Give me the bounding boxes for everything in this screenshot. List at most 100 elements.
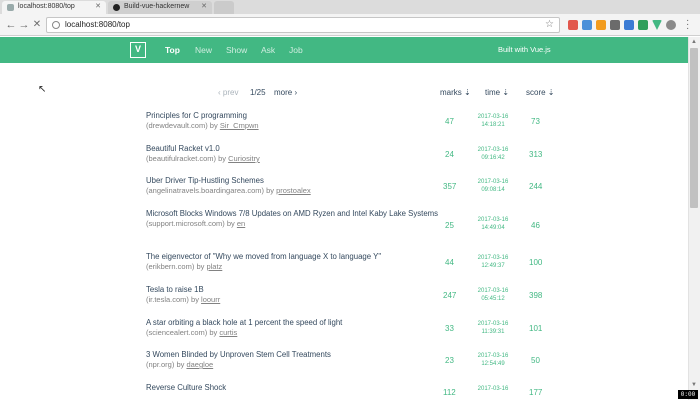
story-user-link[interactable]: Curiositry (228, 154, 260, 163)
story-time: 2017-03-16 09:08:14 (468, 178, 518, 194)
story-time: 2017-03-16 12:49:37 (468, 254, 518, 270)
recording-timer-badge: 0:00 (678, 390, 698, 399)
nav-new[interactable]: New (195, 45, 212, 55)
story-score: 46 (531, 221, 540, 230)
browser-tab-active[interactable]: localhost:8080/top ✕ (2, 1, 106, 14)
extension-icon[interactable] (582, 20, 592, 30)
app-header: V Top New Show Ask Job Built with Vue.js (0, 37, 688, 63)
extension-icon[interactable] (596, 20, 606, 30)
story-marks: 25 (445, 221, 454, 230)
vue-logo[interactable]: V (130, 42, 146, 58)
story-time: 2017-03-16 (468, 385, 518, 393)
prev-page-link[interactable]: ‹ prev (218, 88, 238, 97)
story-domain: (drewdevault.com) (146, 121, 208, 130)
browser-menu-icon[interactable]: · · · (686, 16, 692, 34)
by-label: by (176, 360, 185, 369)
nav-ask[interactable]: Ask (261, 45, 275, 55)
by-label: by (196, 262, 205, 271)
browser-tab-github[interactable]: Build-vue-hackernew ✕ (108, 1, 212, 14)
extension-icon[interactable] (568, 20, 578, 30)
story-clock: 09:08:14 (481, 187, 505, 193)
story-date: 2017-03-16 (477, 179, 509, 185)
story-marks: 23 (445, 356, 454, 365)
story-date: 2017-03-16 (477, 288, 509, 294)
back-arrow-icon[interactable]: ← (4, 18, 18, 32)
story-clock: 05:45:12 (481, 296, 505, 302)
story-clock: 11:39:31 (481, 329, 505, 335)
story-user-link[interactable]: platz (206, 262, 222, 271)
story-user-link[interactable]: loourr (201, 295, 220, 304)
story-time: 2017-03-16 11:39:31 (468, 320, 518, 336)
story-time: 2017-03-16 05:45:12 (468, 287, 518, 303)
sort-time-header[interactable]: time ⇣ (485, 88, 509, 97)
page-favicon-icon (7, 4, 14, 11)
scroll-up-arrow-icon[interactable]: ▲ (688, 37, 700, 47)
stop-loading-icon[interactable]: ✕ (30, 18, 44, 32)
story-clock: 12:54:49 (481, 361, 505, 367)
story-title[interactable]: Microsoft Blocks Windows 7/8 Updates on … (146, 209, 446, 219)
story-domain: (erikbern.com) (146, 262, 195, 271)
scrollbar-thumb[interactable] (690, 48, 698, 208)
new-tab-button[interactable] (214, 1, 234, 14)
story-score: 101 (529, 324, 543, 333)
story-clock: 14:18:21 (481, 122, 505, 128)
story-domain: (support.microsoft.com) (146, 219, 225, 228)
extension-icon[interactable] (624, 20, 634, 30)
browser-tab-strip: localhost:8080/top ✕ Build-vue-hackernew… (0, 0, 700, 14)
story-marks: 247 (443, 291, 457, 300)
story-domain: (npr.org) (146, 360, 175, 369)
story-score: 244 (529, 182, 543, 191)
story-user-link[interactable]: Sir_Cmpwn (220, 121, 259, 130)
story-user-link[interactable]: curtis (219, 328, 237, 337)
close-tab-icon[interactable]: ✕ (95, 1, 101, 13)
sort-score-header[interactable]: score ⇣ (526, 88, 555, 97)
by-label: by (209, 328, 218, 337)
story-date: 2017-03-16 (477, 114, 509, 120)
built-with-vue-link[interactable]: Built with Vue.js (498, 45, 551, 54)
story-score: 50 (531, 356, 540, 365)
story-marks: 33 (445, 324, 454, 333)
close-tab-icon[interactable]: ✕ (201, 1, 207, 13)
extension-icon[interactable] (638, 20, 648, 30)
story-time: 2017-03-16 09:16:42 (468, 146, 518, 162)
browser-toolbar: ← → ✕ localhost:8080/top ☆ · · · (0, 14, 700, 36)
tab-title: localhost:8080/top (18, 3, 75, 10)
story-clock: 12:49:37 (481, 263, 505, 269)
story-score: 100 (529, 258, 543, 267)
nav-job[interactable]: Job (289, 45, 303, 55)
extension-icon[interactable] (610, 20, 620, 30)
mouse-cursor-icon: ↖ (38, 84, 47, 95)
story-domain: (beautifulracket.com) (146, 154, 217, 163)
nav-show[interactable]: Show (226, 45, 247, 55)
page-info-icon[interactable] (52, 21, 60, 29)
story-clock: 14:49:04 (481, 225, 505, 231)
story-marks: 44 (445, 258, 454, 267)
story-score: 313 (529, 150, 543, 159)
forward-arrow-icon[interactable]: → (17, 18, 31, 32)
by-label: by (218, 154, 227, 163)
story-domain: (ir.tesla.com) (146, 295, 189, 304)
story-score: 73 (531, 117, 540, 126)
address-bar[interactable]: localhost:8080/top ☆ (46, 17, 560, 33)
story-user-link[interactable]: prostoalex (276, 186, 311, 195)
bookmark-star-icon[interactable]: ☆ (545, 18, 554, 32)
story-date: 2017-03-16 (477, 321, 509, 327)
sort-marks-header[interactable]: marks ⇣ (440, 88, 471, 97)
story-time: 2017-03-16 14:18:21 (468, 113, 518, 129)
vue-devtools-icon[interactable] (652, 20, 662, 30)
story-user-link[interactable]: daegloe (186, 360, 213, 369)
story-score: 177 (529, 388, 543, 397)
nav-top[interactable]: Top (165, 45, 180, 55)
by-label: by (191, 295, 199, 304)
by-label: by (226, 219, 235, 228)
story-date: 2017-03-16 (477, 255, 509, 261)
address-url: localhost:8080/top (65, 20, 130, 29)
page-indicator: 1/25 (250, 88, 266, 97)
profile-icon[interactable] (666, 20, 676, 30)
by-label: by (209, 121, 218, 130)
tab-title: Build-vue-hackernew (124, 3, 190, 10)
story-user-link[interactable]: en (237, 219, 245, 228)
scroll-down-arrow-icon[interactable]: ▼ (688, 380, 700, 390)
story-time: 2017-03-16 12:54:49 (468, 352, 518, 368)
more-page-link[interactable]: more › (274, 88, 297, 97)
